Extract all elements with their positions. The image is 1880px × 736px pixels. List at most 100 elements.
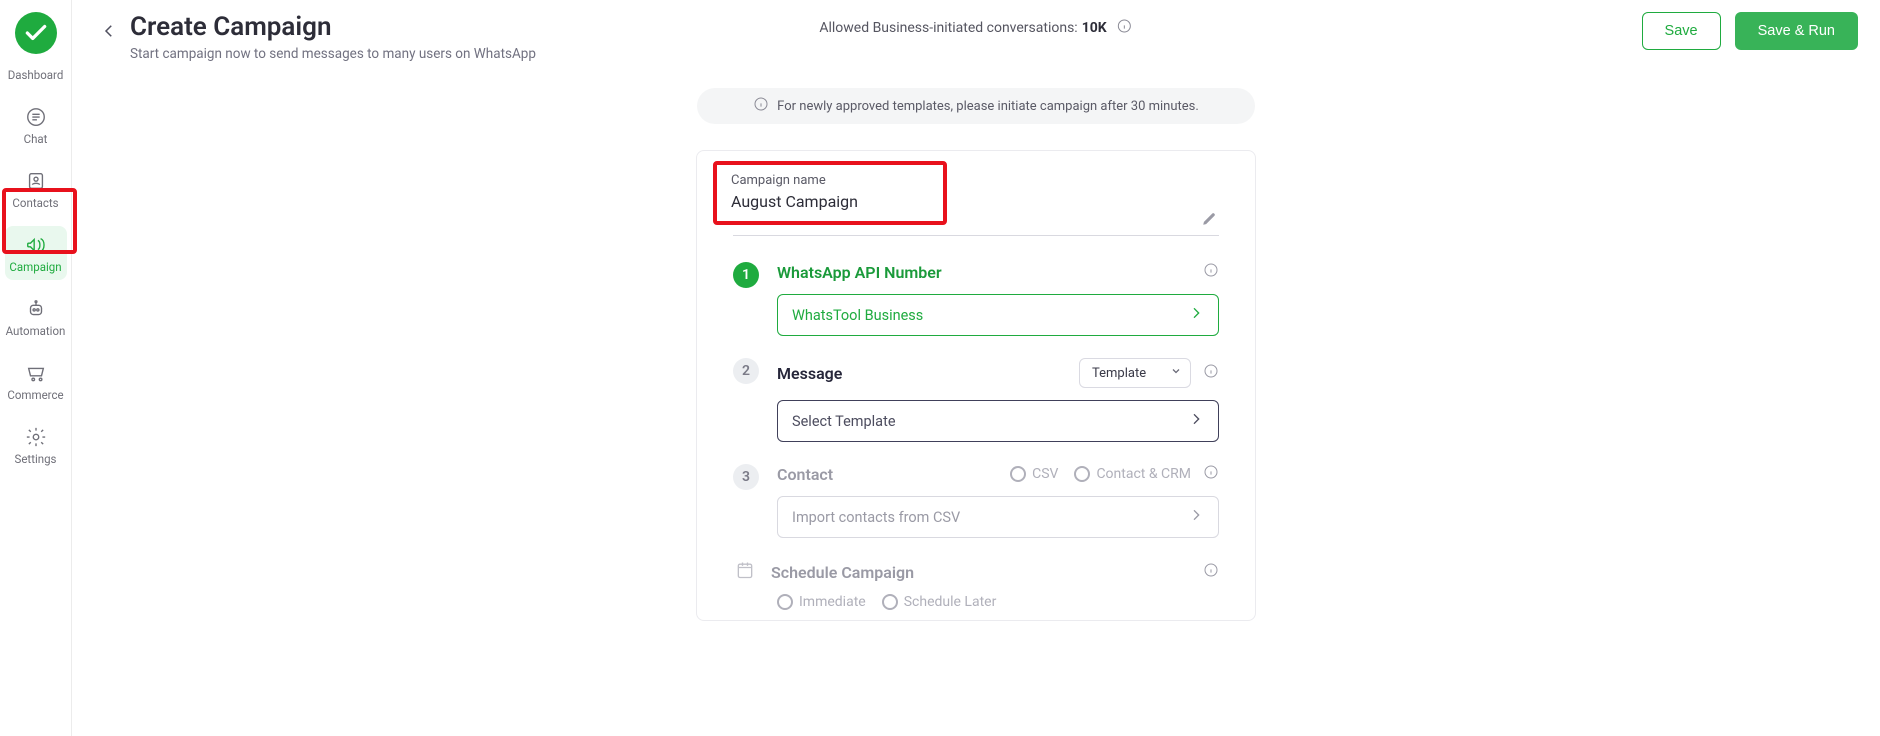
radio-icon [882, 594, 898, 610]
radio-label: Immediate [799, 594, 866, 610]
step-contact-controls: CSV Contact & CRM [1010, 464, 1219, 484]
info-icon [753, 96, 769, 112]
app-logo[interactable] [15, 12, 57, 54]
schedule-radio-immediate[interactable]: Immediate [777, 594, 866, 610]
sidebar-item-contacts[interactable]: Contacts [5, 162, 67, 216]
schedule-radio-later[interactable]: Schedule Later [882, 594, 997, 610]
radio-label: Schedule Later [904, 594, 997, 610]
step-schedule-info-button[interactable] [1203, 562, 1219, 582]
step-message: 2 Message Template [733, 358, 1219, 442]
template-select[interactable]: Select Template [777, 400, 1219, 442]
sidebar-item-label: Automation [6, 324, 66, 338]
campaign-name-row: . [733, 179, 1219, 236]
main-area: Create Campaign Start campaign now to se… [72, 0, 1880, 736]
step-contact: 3 Contact CSV C [733, 464, 1219, 538]
step-api-info-button[interactable] [1203, 262, 1219, 282]
step-message-controls: Template [1079, 358, 1219, 388]
step-message-title: Message [777, 364, 842, 383]
step-api-number: 1 WhatsApp API Number WhatsTool Business [733, 262, 1219, 336]
chevron-down-icon [1170, 365, 1182, 381]
sidebar-item-campaign[interactable]: Campaign [5, 226, 67, 280]
step-api-title: WhatsApp API Number [777, 263, 942, 282]
megaphone-icon [25, 234, 47, 256]
step-number-1: 1 [733, 262, 759, 288]
info-icon [1203, 363, 1219, 379]
radio-label: Contact & CRM [1096, 466, 1191, 482]
sidebar-item-label: Campaign [9, 260, 61, 274]
notice-text: For newly approved templates, please ini… [777, 99, 1199, 114]
top-actions: Save Save & Run [1642, 12, 1858, 50]
campaign-name-col: . [733, 212, 737, 231]
logo-check-icon [23, 20, 49, 46]
radio-icon [1010, 466, 1026, 482]
step-number-2: 2 [733, 358, 759, 384]
import-contacts-select[interactable]: Import contacts from CSV [777, 496, 1219, 538]
sidebar-item-automation[interactable]: Automation [5, 290, 67, 344]
radio-icon [1074, 466, 1090, 482]
radio-icon [777, 594, 793, 610]
sidebar-item-label: Commerce [7, 388, 63, 402]
allowance-text: Allowed Business-initiated conversations… [819, 18, 1132, 38]
commerce-icon [25, 362, 47, 384]
info-icon [1203, 562, 1219, 578]
message-type-selected: Template [1092, 366, 1146, 381]
save-button[interactable]: Save [1642, 12, 1721, 50]
chevron-right-icon [1188, 507, 1204, 527]
step-body: WhatsApp API Number WhatsTool Business [777, 262, 1219, 336]
sidebar-item-label: Chat [24, 132, 48, 146]
chevron-left-icon [100, 22, 118, 40]
chevron-right-icon [1188, 305, 1204, 325]
step-title-row: Message Template [777, 358, 1219, 388]
info-icon [1203, 464, 1219, 480]
import-placeholder: Import contacts from CSV [792, 509, 960, 526]
calendar-icon [735, 560, 755, 584]
sidebar-item-label: Settings [15, 452, 57, 466]
sidebar-item-chat[interactable]: Chat [5, 98, 67, 152]
sidebar-item-settings[interactable]: Settings [5, 418, 67, 472]
step-title-row: WhatsApp API Number [777, 262, 1219, 282]
chat-icon [25, 106, 47, 128]
sidebar: Dashboard Chat Contacts Campaign Automat… [0, 0, 72, 736]
allowance-info-button[interactable] [1117, 18, 1133, 38]
content: For newly approved templates, please ini… [72, 70, 1880, 736]
schedule-title: Schedule Campaign [771, 563, 1203, 582]
radio-label: CSV [1032, 466, 1058, 482]
api-number-selected: WhatsTool Business [792, 307, 923, 324]
sidebar-item-commerce[interactable]: Commerce [5, 354, 67, 408]
contact-radio-group: CSV Contact & CRM [1010, 466, 1191, 482]
api-number-select[interactable]: WhatsTool Business [777, 294, 1219, 336]
message-type-select[interactable]: Template [1079, 358, 1191, 388]
step-contact-title: Contact [777, 465, 833, 484]
edit-name-button[interactable] [1201, 209, 1219, 231]
campaign-card: Campaign name August Campaign . 1 WhatsA… [696, 150, 1256, 621]
contact-radio-crm[interactable]: Contact & CRM [1074, 466, 1191, 482]
info-icon [1117, 18, 1133, 34]
schedule-radio-row: Immediate Schedule Later [733, 594, 1219, 610]
save-run-button[interactable]: Save & Run [1735, 12, 1858, 50]
sidebar-item-label: Contacts [12, 196, 58, 210]
topbar: Create Campaign Start campaign now to se… [72, 0, 1880, 70]
step-contact-info-button[interactable] [1203, 464, 1219, 484]
automation-icon [25, 298, 47, 320]
allowance-prefix: Allowed Business-initiated conversations… [819, 20, 1077, 36]
step-message-info-button[interactable] [1203, 363, 1219, 383]
template-select-placeholder: Select Template [792, 413, 896, 430]
back-button[interactable] [94, 16, 124, 46]
contacts-icon [25, 170, 47, 192]
contact-radio-csv[interactable]: CSV [1010, 466, 1058, 482]
title-block: Create Campaign Start campaign now to se… [130, 12, 536, 62]
sidebar-item-label: Dashboard [8, 68, 64, 82]
notice-info-icon [753, 96, 769, 116]
schedule-radio-group: Immediate Schedule Later [777, 594, 1219, 610]
info-icon [1203, 262, 1219, 278]
pencil-icon [1201, 209, 1219, 227]
sidebar-item-dashboard[interactable]: Dashboard [5, 60, 67, 88]
step-title-row: Contact CSV Contact & CRM [777, 464, 1219, 484]
step-body: Contact CSV Contact & CRM [777, 464, 1219, 538]
step-body: Message Template [777, 358, 1219, 442]
notice-banner: For newly approved templates, please ini… [697, 88, 1255, 124]
step-number-3: 3 [733, 464, 759, 490]
allowance-value: 10K [1082, 20, 1107, 36]
chevron-right-icon [1188, 411, 1204, 431]
gear-icon [25, 426, 47, 448]
